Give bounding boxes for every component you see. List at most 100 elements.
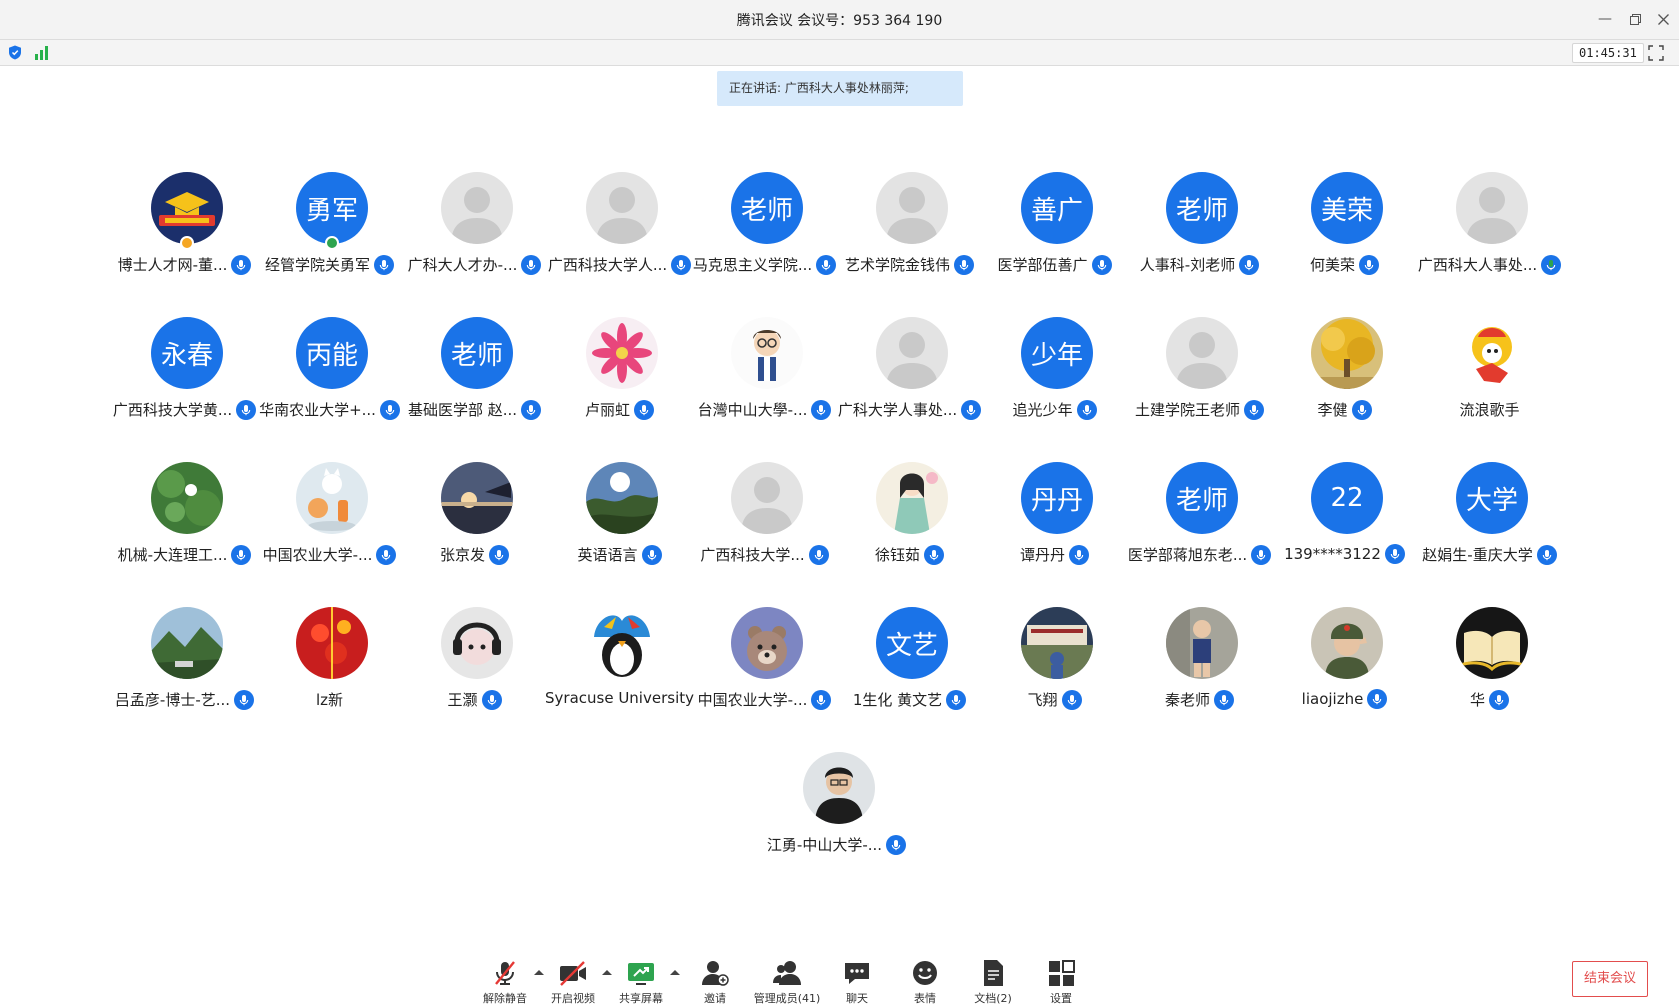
participant-tile[interactable]: 丹丹 谭丹丹 bbox=[982, 462, 1127, 582]
participant-tile[interactable]: 22 139****3122 bbox=[1272, 462, 1417, 582]
participant-tile[interactable]: 老师 马克思主义学院... bbox=[692, 172, 837, 292]
participant-name: 徐钰茹 bbox=[874, 546, 920, 564]
participant-tile[interactable]: 江勇-中山大学-... bbox=[764, 752, 909, 872]
participant-name: 王灏 bbox=[447, 691, 478, 709]
bear-avatar-image bbox=[731, 607, 803, 679]
participant-tile[interactable]: 广科大学人事处... bbox=[837, 317, 982, 437]
invite-button[interactable]: 邀请 bbox=[686, 958, 744, 1006]
headphone-avatar-image bbox=[441, 607, 513, 679]
participant-tile[interactable]: 丙能 华南农业大学+... bbox=[257, 317, 402, 437]
share-screen-button[interactable]: 共享屏幕 bbox=[612, 958, 670, 1006]
members-icon bbox=[773, 961, 801, 985]
participant-tile[interactable]: 广西科大人事处... bbox=[1417, 172, 1562, 292]
participant-avatar bbox=[151, 172, 223, 244]
video-off-icon bbox=[560, 961, 586, 986]
participant-tile[interactable]: Syracuse University bbox=[545, 607, 694, 727]
participant-tile[interactable]: 永春 广西科技大学黄... bbox=[112, 317, 257, 437]
cohost-badge-icon bbox=[325, 236, 339, 250]
participant-avatar bbox=[296, 462, 368, 534]
participant-tile[interactable]: 老师 医学部蒋旭东老... bbox=[1127, 462, 1272, 582]
participant-avatar bbox=[441, 607, 513, 679]
participant-tile[interactable]: 流浪歌手 bbox=[1417, 317, 1562, 437]
end-meeting-button[interactable]: 结束会议 bbox=[1572, 961, 1648, 997]
participant-tile[interactable]: 广西科技大学人... bbox=[547, 172, 692, 292]
manage-members-button[interactable]: 管理成员(41) bbox=[754, 958, 820, 1006]
participant-tile[interactable]: 台灣中山大學-... bbox=[692, 317, 837, 437]
default-avatar-image bbox=[886, 332, 938, 389]
participant-tile[interactable]: 土建学院王老师 bbox=[1127, 317, 1272, 437]
avatar-initials: 善广 bbox=[1030, 195, 1083, 226]
participant-tile[interactable]: 卢丽虹 bbox=[547, 317, 692, 437]
participant-name: 李健 bbox=[1317, 401, 1348, 419]
participant-name: 中国农业大学-... bbox=[262, 546, 373, 564]
participant-tile[interactable]: 少年 追光少年 bbox=[982, 317, 1127, 437]
share-screen-label: 共享屏幕 bbox=[619, 992, 663, 1005]
mic-icon bbox=[481, 689, 502, 710]
participant-tile[interactable]: lz新 bbox=[257, 607, 402, 727]
participant-tile[interactable]: 机械-大连理工... bbox=[112, 462, 257, 582]
participant-tile[interactable]: 徐钰茹 bbox=[837, 462, 982, 582]
participant-avatar bbox=[1456, 607, 1528, 679]
default-avatar-image bbox=[741, 477, 793, 534]
participant-name: 华南农业大学+... bbox=[259, 401, 376, 419]
participant-tile[interactable]: 英语语言 bbox=[547, 462, 692, 582]
mic-icon bbox=[924, 544, 944, 565]
participant-tile[interactable]: 张京发 bbox=[402, 462, 547, 582]
participant-tile[interactable]: 华 bbox=[1417, 607, 1562, 727]
participant-tile[interactable]: 老师 基础医学部 赵... bbox=[402, 317, 547, 437]
participant-tile[interactable]: 李健 bbox=[1272, 317, 1417, 437]
participant-name: 华 bbox=[1469, 691, 1485, 709]
settings-label: 设置 bbox=[1050, 992, 1072, 1005]
participant-tile[interactable]: 文艺 1生化 黄文艺 bbox=[837, 607, 982, 727]
participant-avatar bbox=[586, 317, 658, 389]
participant-name: 广西科技大学黄... bbox=[112, 401, 233, 419]
participant-name: 卢丽虹 bbox=[584, 401, 630, 419]
participant-tile[interactable]: liaojizhe bbox=[1272, 607, 1417, 727]
participant-tile[interactable]: 老师 人事科-刘老师 bbox=[1127, 172, 1272, 292]
invite-user-icon bbox=[702, 961, 729, 986]
chat-button[interactable]: 聊天 bbox=[828, 958, 886, 1006]
participant-name: 马克思主义学院... bbox=[692, 256, 813, 274]
participant-avatar bbox=[296, 607, 368, 679]
participant-name: 广西科大人事处... bbox=[1417, 256, 1538, 274]
participant-name: lz新 bbox=[315, 691, 344, 709]
participant-tile[interactable]: 美荣 何美荣 bbox=[1272, 172, 1417, 292]
mic-icon bbox=[1489, 689, 1509, 710]
participant-tile[interactable]: 广西科技大学... bbox=[692, 462, 837, 582]
participant-name: 何美荣 bbox=[1309, 256, 1355, 274]
participant-name: 人事科-刘老师 bbox=[1139, 256, 1236, 274]
mic-icon bbox=[1076, 399, 1097, 420]
participant-tile[interactable]: 王灏 bbox=[402, 607, 547, 727]
manage-members-label: 管理成员(41) bbox=[753, 992, 821, 1005]
participant-tile[interactable]: 勇军 经管学院关勇军 bbox=[257, 172, 402, 292]
participant-tile[interactable]: 博士人才网-董... bbox=[112, 172, 257, 292]
participant-tile[interactable]: 秦老师 bbox=[1127, 607, 1272, 727]
participant-name: 基础医学部 赵... bbox=[407, 401, 518, 419]
mic-icon bbox=[1061, 689, 1082, 710]
share-options-caret-icon[interactable] bbox=[669, 968, 681, 976]
participant-tile[interactable]: 广科大人才办-... bbox=[402, 172, 547, 292]
participant-name: 谭丹丹 bbox=[1019, 546, 1065, 564]
mic-icon bbox=[489, 544, 509, 565]
avatar-initials: 22 bbox=[1330, 483, 1364, 513]
girl-avatar-image bbox=[876, 462, 948, 534]
cat-avatar-image bbox=[296, 462, 368, 534]
documents-button[interactable]: 文档(2) bbox=[964, 958, 1022, 1006]
participant-tile[interactable]: 大学 赵娟生-重庆大学 bbox=[1417, 462, 1562, 582]
participant-tile[interactable]: 艺术学院金钱伟 bbox=[837, 172, 982, 292]
participant-tile[interactable]: 中国农业大学-... bbox=[692, 607, 837, 727]
speaking-mic-icon bbox=[1541, 254, 1562, 275]
soldier-avatar-image bbox=[1311, 607, 1383, 679]
participant-tile[interactable]: 善广 医学部伍善广 bbox=[982, 172, 1127, 292]
settings-button[interactable]: 设置 bbox=[1032, 958, 1090, 1006]
participant-avatar bbox=[876, 172, 948, 244]
unmute-button[interactable]: 解除静音 bbox=[476, 958, 534, 1006]
participant-tile[interactable]: 吕孟彦-博士-艺... bbox=[112, 607, 257, 727]
building-avatar-image bbox=[1021, 607, 1093, 679]
participant-tile[interactable]: 飞翔 bbox=[982, 607, 1127, 727]
participant-tile[interactable]: 中国农业大学-... bbox=[257, 462, 402, 582]
participant-name: 艺术学院金钱伟 bbox=[844, 256, 950, 274]
start-video-button[interactable]: 开启视频 bbox=[544, 958, 602, 1006]
reaction-button[interactable]: 表情 bbox=[896, 958, 954, 1006]
mic-icon bbox=[1351, 399, 1372, 420]
